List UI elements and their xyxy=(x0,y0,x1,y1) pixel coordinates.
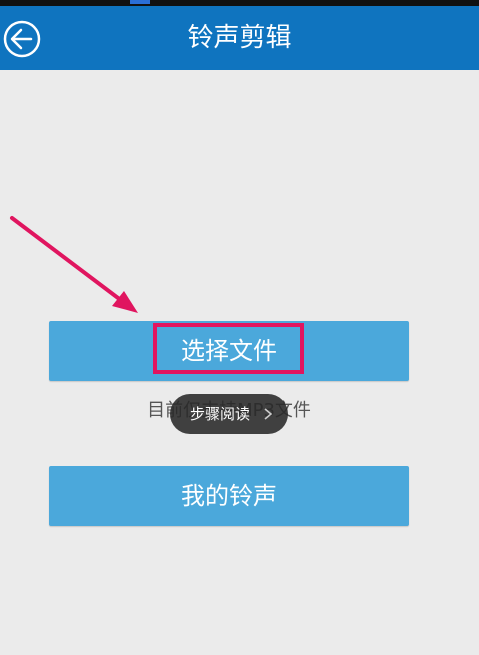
annotation-arrow-icon xyxy=(10,216,138,313)
